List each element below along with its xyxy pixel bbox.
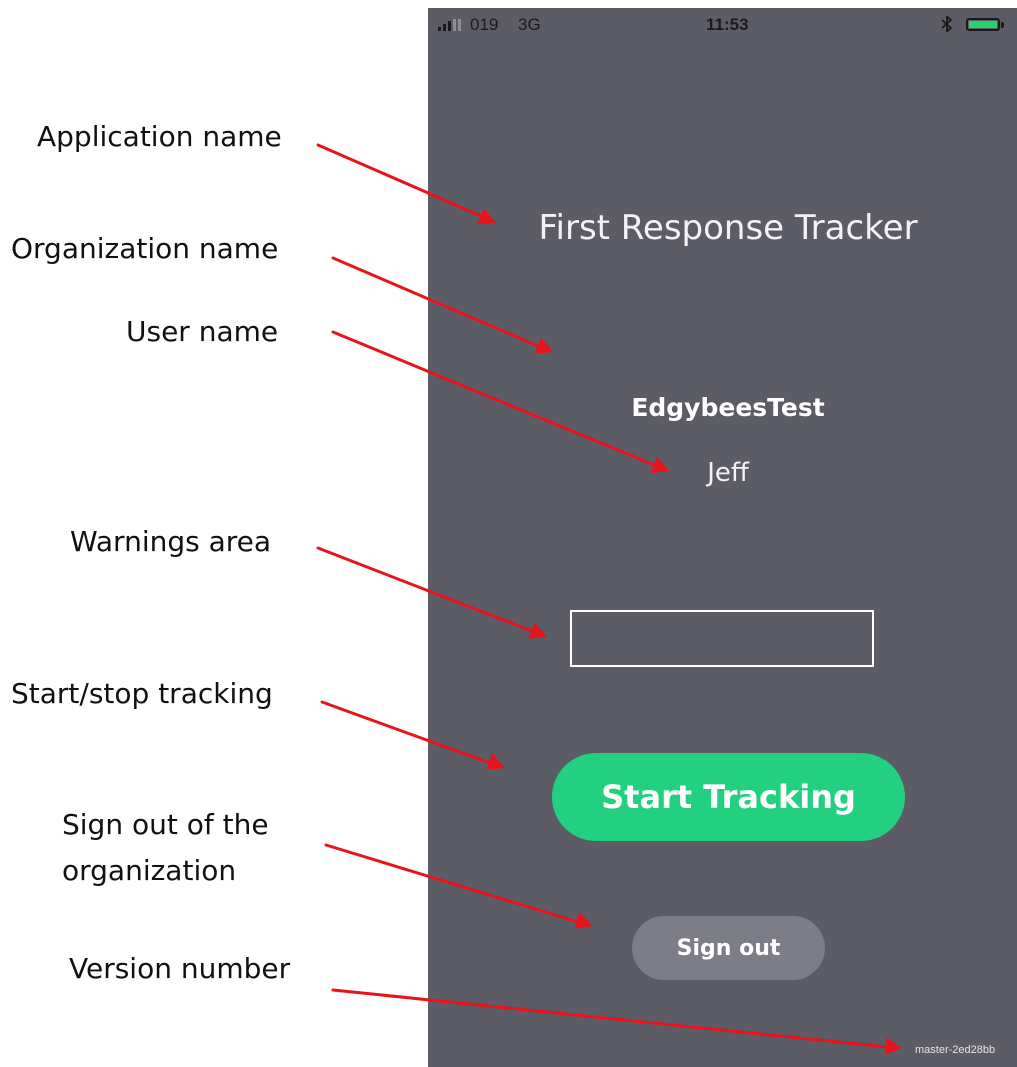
bluetooth-icon	[941, 15, 953, 38]
sign-out-button[interactable]: Sign out	[632, 916, 825, 980]
app-title: First Response Tracker	[538, 208, 918, 248]
status-bar: 019 3G 11:53	[428, 8, 1017, 40]
battery-tip	[1001, 22, 1004, 28]
annotation-version-number: Version number	[69, 952, 291, 985]
battery-level	[969, 21, 997, 28]
carrier-label: 019	[470, 15, 499, 34]
annotation-application-name: Application name	[37, 120, 282, 153]
phone-screen: 019 3G 11:53 First Response Tracker Edgy…	[428, 8, 1017, 1067]
annotation-sign-out-line2: organization	[62, 854, 237, 887]
network-type: 3G	[518, 15, 541, 34]
annotation-sign-out-line1: Sign out of the	[62, 808, 269, 841]
annotation-sign-out: Sign out of the organization	[62, 802, 269, 894]
battery-icon	[966, 18, 1000, 31]
user-name: Jeff	[707, 458, 749, 488]
warnings-box	[570, 610, 874, 667]
annotation-warnings-area: Warnings area	[70, 525, 272, 558]
annotation-start-stop-tracking: Start/stop tracking	[11, 677, 273, 710]
version-label: master-2ed28bb	[915, 1044, 996, 1056]
annotation-organization-name: Organization name	[11, 232, 279, 265]
status-clock: 11:53	[706, 15, 749, 34]
annotation-user-name: User name	[126, 315, 279, 348]
organization-name: EdgybeesTest	[631, 393, 825, 422]
start-tracking-button[interactable]: Start Tracking	[552, 753, 905, 841]
signal-strength-icon	[438, 19, 461, 31]
